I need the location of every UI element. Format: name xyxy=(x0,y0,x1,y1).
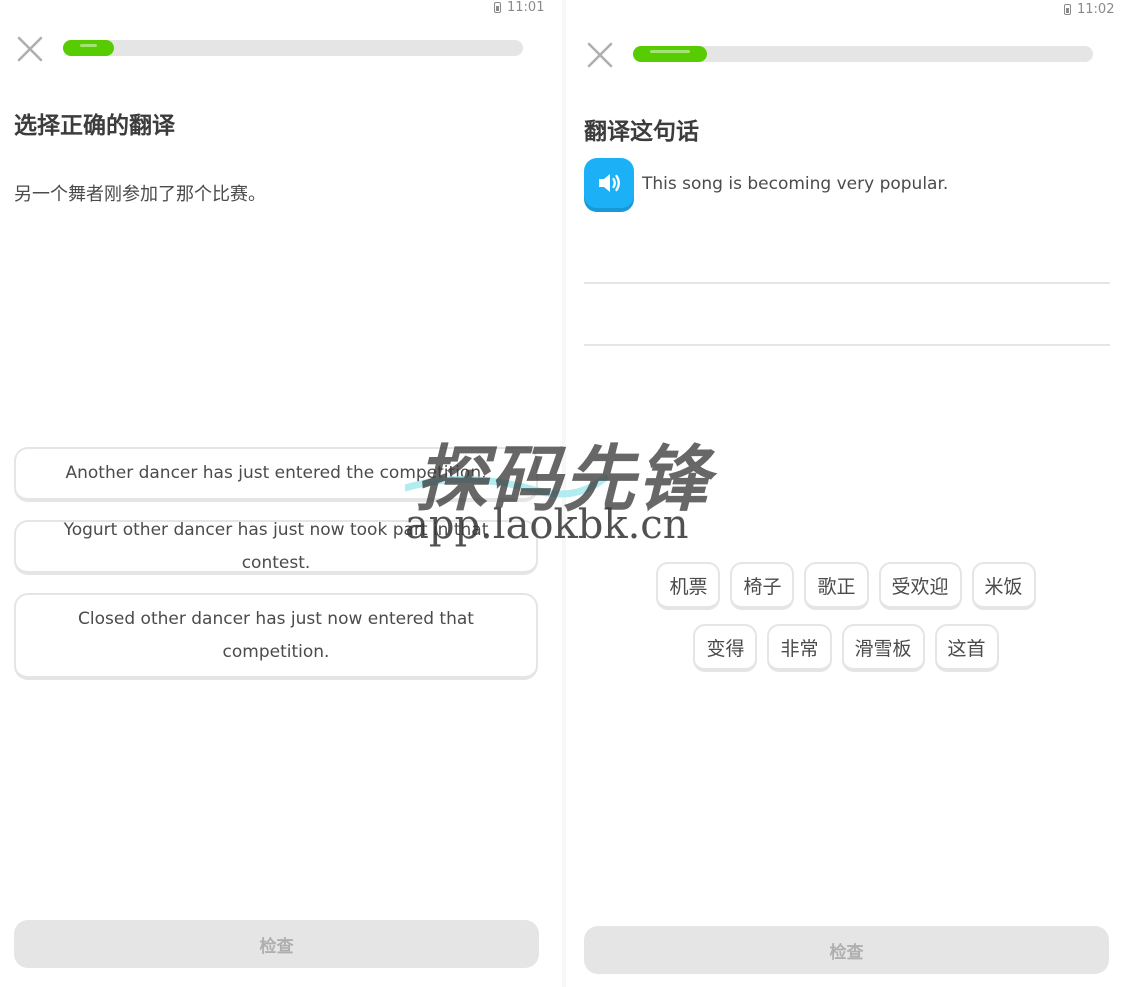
answer-choice-3[interactable]: Closed other dancer has just now entered… xyxy=(14,593,538,680)
word-tile[interactable]: 椅子 xyxy=(730,562,795,610)
check-button[interactable]: 检查 xyxy=(584,926,1109,974)
check-button[interactable]: 检查 xyxy=(14,920,539,968)
answer-choice-1[interactable]: Another dancer has just entered the comp… xyxy=(14,447,538,502)
progress-fill xyxy=(63,40,114,56)
progress-shine xyxy=(650,50,690,53)
source-sentence: 另一个舞者刚参加了那个比赛。 xyxy=(14,184,266,205)
play-audio-button[interactable] xyxy=(584,158,634,208)
choice-label: Closed other dancer has just now entered… xyxy=(78,608,474,662)
status-bar: 11:01 xyxy=(494,0,544,15)
close-icon[interactable] xyxy=(16,35,44,63)
answer-line-2 xyxy=(584,344,1110,346)
page-title: 翻译这句话 xyxy=(584,119,699,145)
prompt-sentence: This song is becoming very popular. xyxy=(642,174,949,194)
word-tile[interactable]: 这首 xyxy=(934,624,999,672)
word-tile[interactable]: 滑雪板 xyxy=(841,624,925,672)
answer-line-1 xyxy=(584,282,1110,284)
choice-label: Another dancer has just entered the comp… xyxy=(65,463,487,483)
word-bank-row-1: 机票 椅子 歌正 受欢迎 米饭 xyxy=(566,562,1126,610)
status-time: 11:02 xyxy=(1077,2,1115,17)
progress-fill xyxy=(633,46,707,62)
status-time: 11:01 xyxy=(507,0,545,15)
choice-label: Yogurt other dancer has just now took pa… xyxy=(63,519,489,573)
word-tile[interactable]: 变得 xyxy=(693,624,758,672)
left-lesson-screen: 11:01 选择正确的翻译 另一个舞者刚参加了那个比赛。 Another dan… xyxy=(0,0,562,987)
close-icon[interactable] xyxy=(586,41,614,69)
battery-icon xyxy=(1064,4,1071,15)
word-tile[interactable]: 非常 xyxy=(767,624,832,672)
word-tile[interactable]: 机票 xyxy=(656,562,721,610)
battery-icon xyxy=(494,2,501,13)
answer-choice-2[interactable]: Yogurt other dancer has just now took pa… xyxy=(14,520,538,575)
word-bank-row-2: 变得 非常 滑雪板 这首 xyxy=(566,624,1126,672)
progress-bar xyxy=(633,46,1093,62)
speaker-icon xyxy=(599,174,620,192)
progress-shine xyxy=(80,44,97,47)
word-tile[interactable]: 歌正 xyxy=(804,562,869,610)
check-button-label: 检查 xyxy=(259,936,294,957)
status-bar: 11:02 xyxy=(1064,2,1114,17)
word-tile[interactable]: 米饭 xyxy=(971,562,1036,610)
progress-bar xyxy=(63,40,523,56)
word-tile[interactable]: 受欢迎 xyxy=(878,562,962,610)
right-lesson-screen: 11:02 翻译这句话 This song is becoming very p… xyxy=(566,0,1126,987)
check-button-label: 检查 xyxy=(829,942,864,963)
page-title: 选择正确的翻译 xyxy=(14,113,175,139)
